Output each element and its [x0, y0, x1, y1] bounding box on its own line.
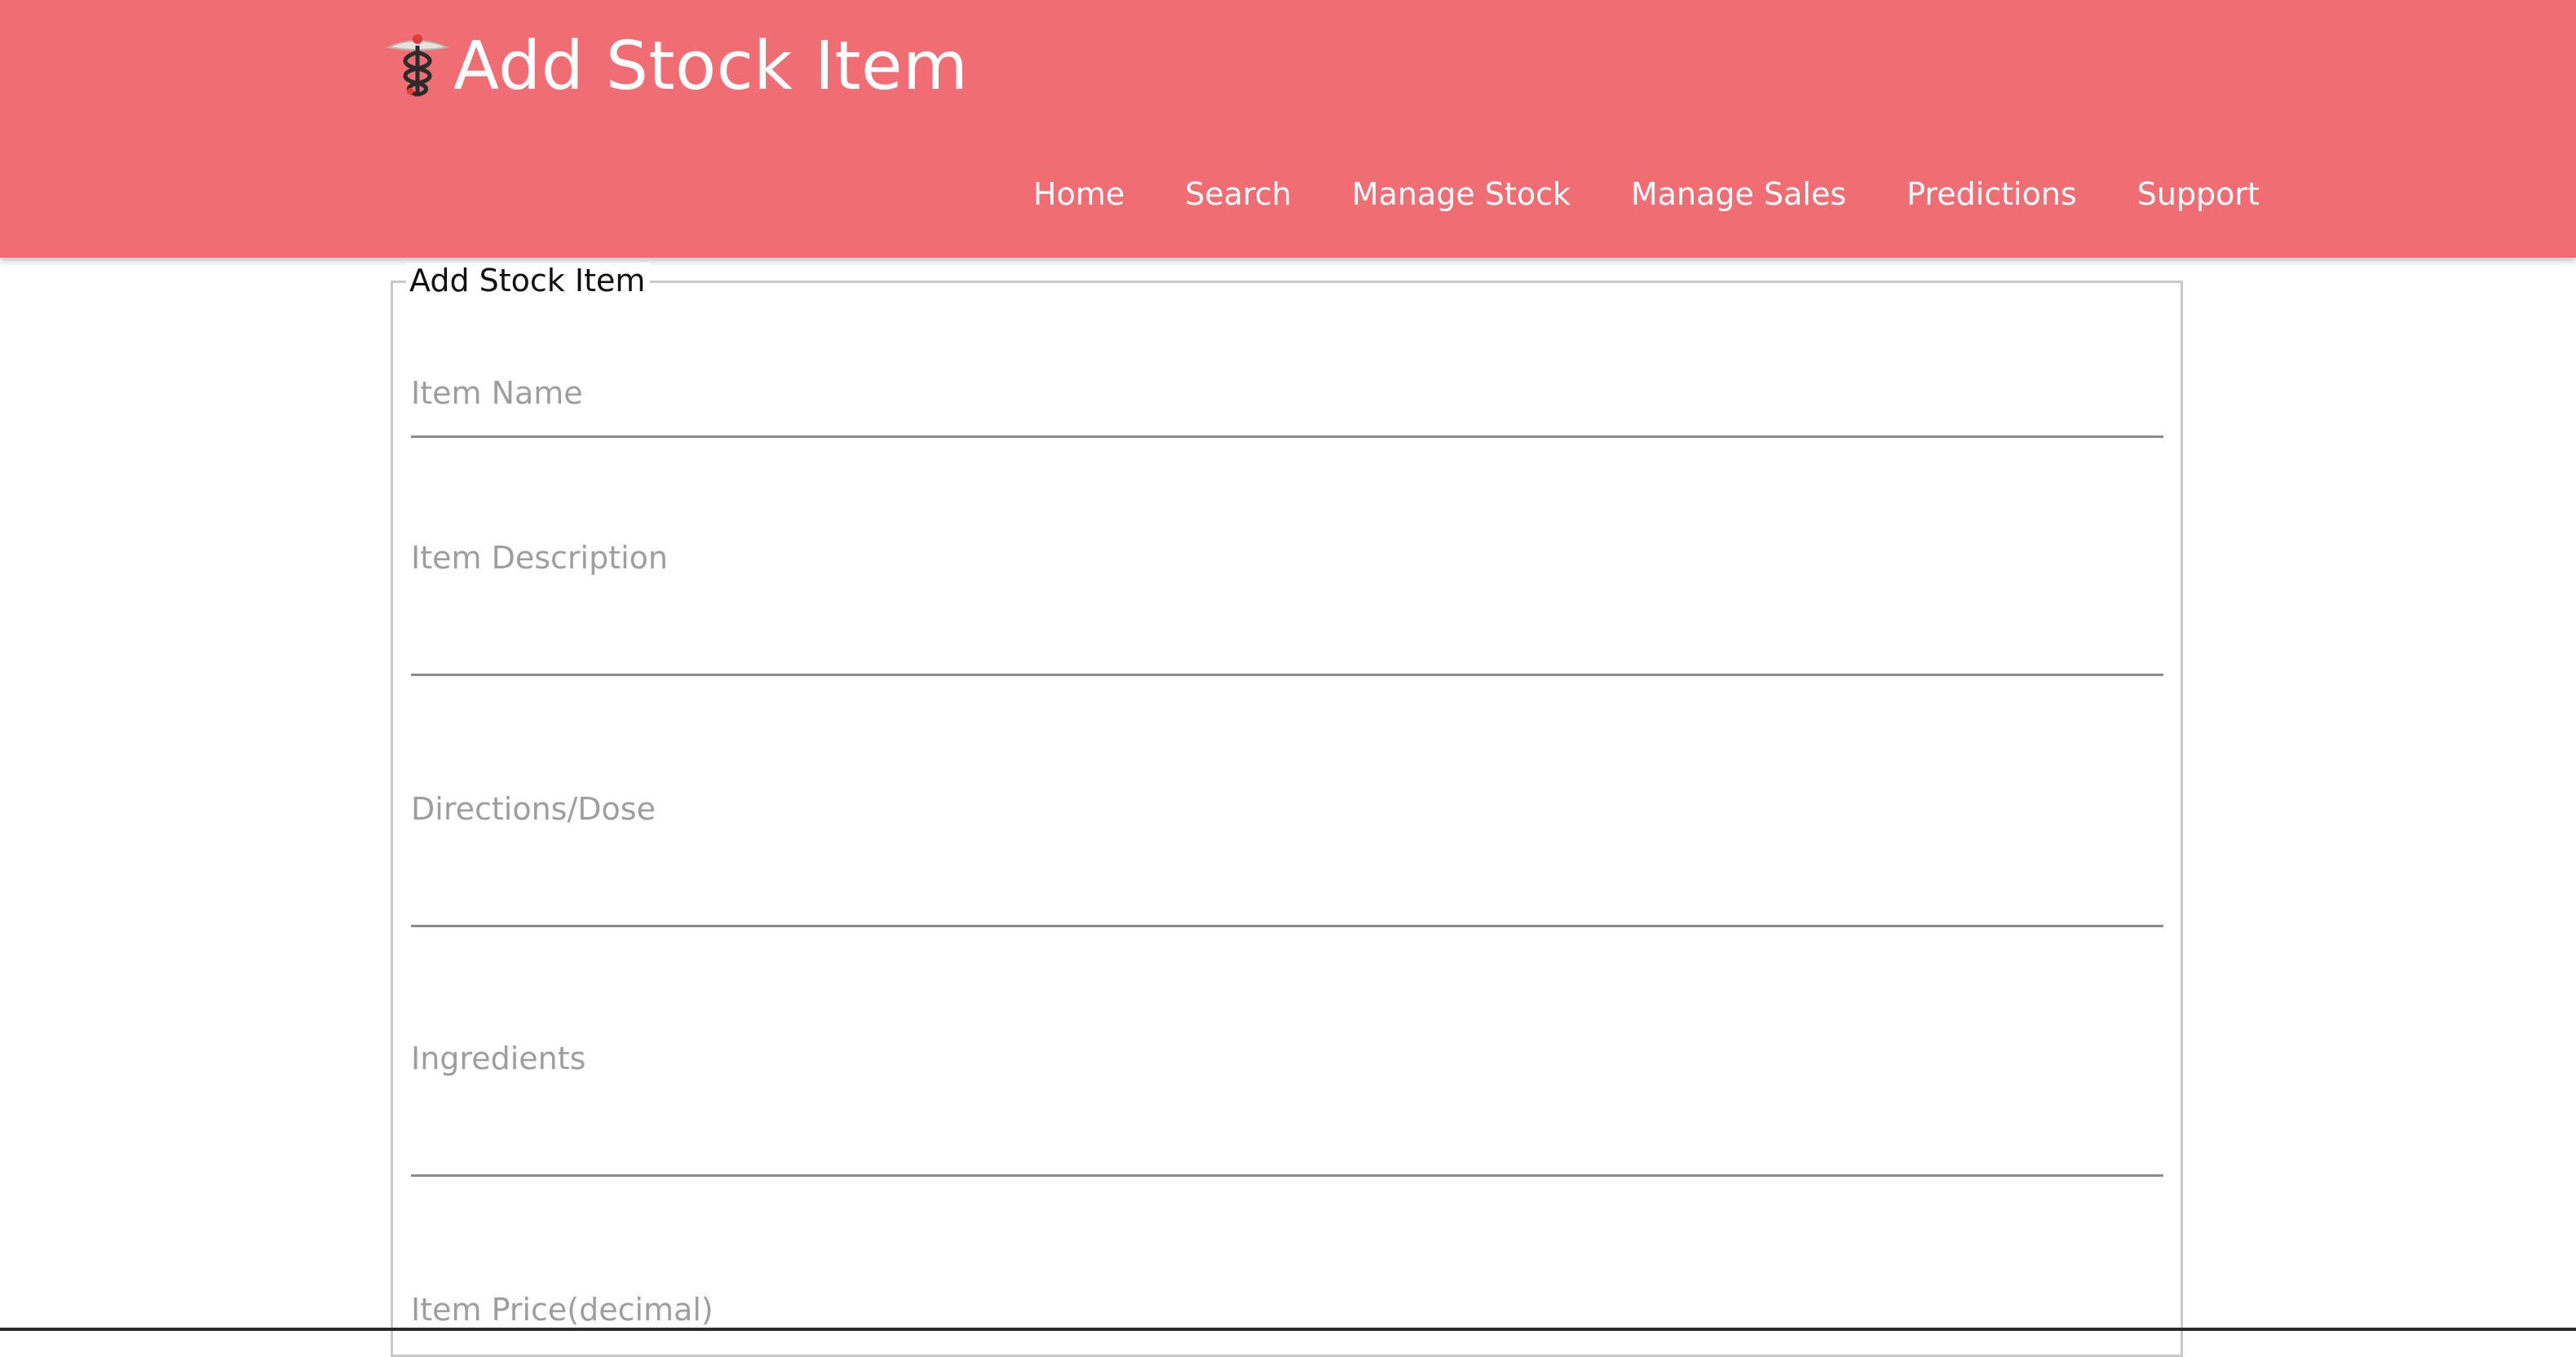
ingredients-label: Ingredients: [411, 1041, 586, 1076]
nav-item-manage-sales[interactable]: Manage Sales: [1601, 176, 1876, 212]
item-description-underline: [411, 674, 2163, 676]
nav-item-manage-stock[interactable]: Manage Stock: [1322, 176, 1601, 212]
item-name-label: Item Name: [411, 375, 583, 411]
fieldset-legend: Add Stock Item: [406, 263, 651, 298]
app-header: Add Stock Item Home Search Manage Stock …: [0, 0, 2576, 258]
nav-item-support[interactable]: Support: [2107, 176, 2290, 212]
ingredients-field[interactable]: Ingredients: [411, 1023, 2163, 1186]
page-title: Add Stock Item: [453, 28, 969, 105]
item-price-label: Item Price(decimal): [411, 1292, 714, 1328]
item-price-field[interactable]: Item Price(decimal): [411, 1274, 2163, 1328]
item-description-label: Item Description: [411, 540, 669, 576]
window-bottom-edge: [0, 1328, 2576, 1331]
nav-item-predictions[interactable]: Predictions: [1876, 176, 2107, 212]
ingredients-underline: [411, 1174, 2163, 1177]
item-description-field[interactable]: Item Description: [411, 522, 2163, 685]
directions-dose-field[interactable]: Directions/Dose: [411, 773, 2163, 936]
main-nav: Home Search Manage Stock Manage Sales Pr…: [1003, 161, 2290, 227]
brand: Add Stock Item: [385, 18, 969, 116]
caduceus-icon: [385, 34, 450, 97]
item-name-field[interactable]: Item Name: [411, 359, 2163, 440]
nav-item-search[interactable]: Search: [1155, 176, 1322, 212]
nav-item-home[interactable]: Home: [1003, 176, 1155, 212]
directions-dose-label: Directions/Dose: [411, 791, 656, 827]
item-name-underline: [411, 435, 2163, 438]
directions-dose-underline: [411, 925, 2163, 927]
